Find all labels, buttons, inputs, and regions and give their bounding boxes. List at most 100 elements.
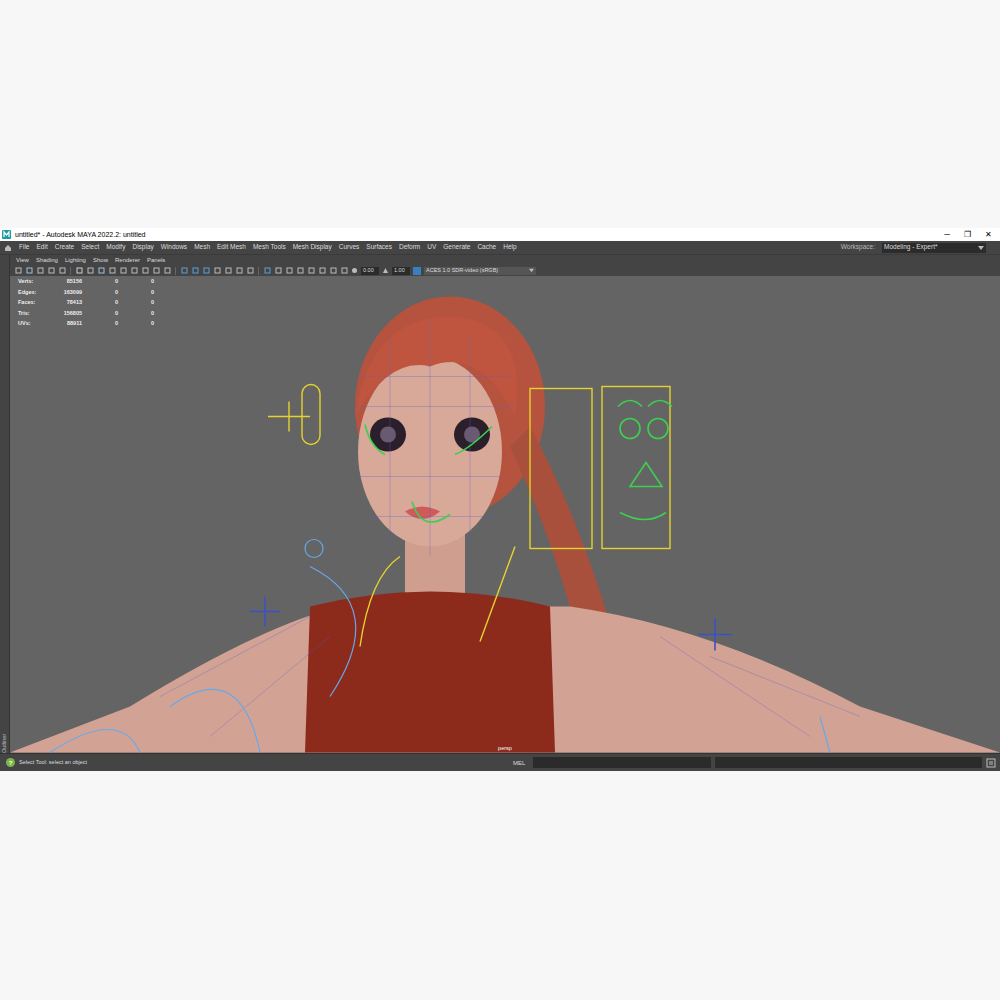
toolbar-tool-icon [15,267,22,274]
toolbar-button[interactable] [14,267,22,275]
toolbar-button[interactable] [119,267,127,275]
restore-button[interactable]: ❐ [964,231,971,239]
menu-item[interactable]: Create [55,244,75,251]
menu-item[interactable]: Windows [161,244,187,251]
poly-count-hud: Verts:8515600Edges:16309900Faces:7841300… [18,277,154,329]
menu-item[interactable]: Deform [399,244,420,251]
toolbar-button[interactable] [141,267,149,275]
window-controls: ─ ❐ ✕ [944,231,992,239]
menu-item[interactable]: Generate [443,244,470,251]
menu-item[interactable]: Edit Mesh [217,244,246,251]
toolbar-separator [258,267,259,275]
toolbar-button[interactable] [58,267,66,275]
toolbar-button[interactable] [25,267,33,275]
menu-item[interactable]: Help [503,244,516,251]
menu-item[interactable]: Surfaces [366,244,392,251]
outliner-tab[interactable]: Outliner [0,255,10,753]
camera-label: persp [498,746,512,752]
maya-window: untitled* - Autodesk MAYA 2022.2: untitl… [0,228,1000,771]
gamma-field[interactable]: 1.00 [392,267,410,275]
toolbar-button[interactable] [180,267,188,275]
color-space-dropdown[interactable]: ACES 1.0 SDR-video (sRGB) [424,267,536,275]
menu-bar: File Edit Create Select Modify Display Windows… [0,241,1000,255]
toolbar-button[interactable] [163,267,171,275]
toolbar-button[interactable] [274,267,282,275]
toolbar-button[interactable] [296,267,304,275]
hud-cell: 78413 [48,298,82,308]
toolbar-button[interactable] [202,267,210,275]
toolbar-tool-icon [48,267,55,274]
panel-menu: View Shading Lighting Show Renderer Panels [10,255,1000,265]
toolbar-button[interactable] [263,267,271,275]
menu-item[interactable]: Display [132,244,153,251]
panel-menu-item[interactable]: Panels [147,257,165,263]
maya-logo-icon [2,230,11,239]
toolbar-tool-icon [192,267,199,274]
panel-menu-item[interactable]: Show [93,257,108,263]
toolbar-button[interactable] [97,267,105,275]
color-space-value: ACES 1.0 SDR-video (sRGB) [426,268,498,274]
panel-menu-item[interactable]: Shading [36,257,58,263]
toolbar-button[interactable] [47,267,55,275]
toolbar-tool-icon [26,267,33,274]
menu-item[interactable]: Curves [339,244,360,251]
menu-item[interactable]: File [19,244,29,251]
menu-item[interactable]: Edit [36,244,47,251]
toolbar-button[interactable] [36,267,44,275]
gamma-icon [382,267,389,274]
toolbar-button[interactable] [318,267,326,275]
page-background [0,771,1000,1000]
hud-cell: 163099 [48,288,82,298]
toolbar-button[interactable] [329,267,337,275]
toolbar-button[interactable] [235,267,243,275]
toolbar-tool-icon [330,267,337,274]
exposure-icon [351,267,358,274]
panel-menu-item[interactable]: View [16,257,29,263]
toolbar-button[interactable] [86,267,94,275]
panel-menu-item[interactable]: Lighting [65,257,86,263]
toolbar-button[interactable] [213,267,221,275]
menu-item[interactable]: Mesh Tools [253,244,286,251]
hud-cell: 0 [118,309,154,319]
dropdown-arrow-icon [529,268,534,273]
command-input[interactable] [533,757,711,768]
minimize-button[interactable]: ─ [944,231,950,239]
hud-cell: 0 [118,319,154,329]
toolbar-button[interactable] [307,267,315,275]
toolbar-button[interactable] [285,267,293,275]
viewport[interactable]: Verts:8515600Edges:16309900Faces:7841300… [10,276,1000,753]
menu-item[interactable]: Select [81,244,99,251]
toolbar-button[interactable] [340,267,348,275]
command-result-field [715,757,982,768]
hud-cell: 0 [82,277,118,287]
menu-item[interactable]: UV [427,244,436,251]
outliner-label: Outliner [2,261,8,753]
panel-menu-item[interactable]: Renderer [115,257,140,263]
hud-cell: 88911 [48,319,82,329]
panel-toolbar: 0.00 1.00 ACES 1.0 SDR-video (sRGB) [10,265,1000,276]
toolbar-tool-icon [59,267,66,274]
help-icon-glyph: ? [9,760,13,766]
menu-item[interactable]: Modify [106,244,125,251]
command-language-button[interactable]: MEL [513,760,529,766]
toolbar-button[interactable] [224,267,232,275]
character-render [10,276,1000,753]
toolbar-button[interactable] [108,267,116,275]
workspace-dropdown[interactable]: Modeling - Expert* [882,243,986,253]
toolbar-button[interactable] [75,267,83,275]
menu-item[interactable]: Mesh Display [293,244,332,251]
hud-cell: 0 [82,298,118,308]
toolbar-separator [70,267,71,275]
toolbar-tool-icon [341,267,348,274]
exposure-field[interactable]: 0.00 [361,267,379,275]
hud-cell: Verts: [18,277,48,287]
toolbar-tool-icon [203,267,210,274]
close-button[interactable]: ✕ [985,231,992,239]
toolbar-button[interactable] [246,267,254,275]
toolbar-button[interactable] [130,267,138,275]
menu-item[interactable]: Cache [477,244,496,251]
toolbar-button[interactable] [191,267,199,275]
menu-item[interactable]: Mesh [194,244,210,251]
toolbar-button[interactable] [152,267,160,275]
camera-label-row: persp [10,746,1000,752]
